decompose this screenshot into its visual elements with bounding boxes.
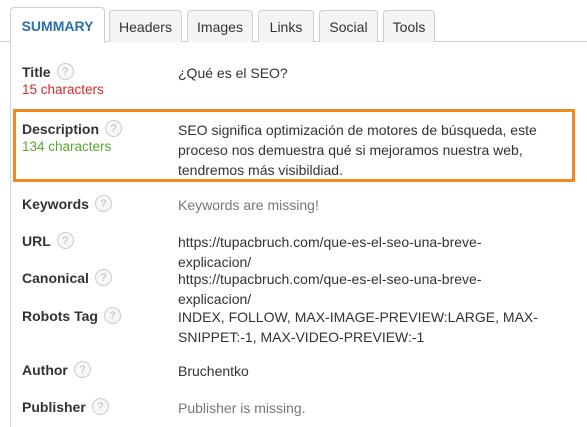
publisher-label-text: Publisher xyxy=(22,398,86,415)
title-label: Title ? xyxy=(22,63,74,80)
help-icon[interactable]: ? xyxy=(103,307,121,324)
description-label: Description ? xyxy=(22,120,123,137)
url-label-text: URL xyxy=(22,232,51,249)
canonical-label: Canonical ? xyxy=(22,269,112,286)
keywords-row: Keywords ? Keywords are missing! xyxy=(22,195,587,219)
tab-headers[interactable]: Headers xyxy=(109,10,182,42)
author-row: Author ? Bruchentko xyxy=(22,361,587,385)
robots-tag-value: INDEX, FOLLOW, MAX-IMAGE-PREVIEW:LARGE, … xyxy=(178,309,538,345)
help-icon[interactable]: ? xyxy=(56,63,74,80)
url-row: URL ? https://tupacbruch.com/que-es-el-s… xyxy=(22,232,587,270)
summary-panel: Title ? 15 characters ¿Qué es el SEO? De… xyxy=(10,43,587,427)
help-icon[interactable]: ? xyxy=(94,269,112,286)
tab-tools[interactable]: Tools xyxy=(383,10,435,42)
canonical-row: Canonical ? https://tupacbruch.com/que-e… xyxy=(22,269,587,307)
help-icon[interactable]: ? xyxy=(73,361,91,378)
robots-tag-label-text: Robots Tag xyxy=(22,307,98,324)
description-char-count: 134 characters xyxy=(22,139,112,154)
title-row: Title ? 15 characters ¿Qué es el SEO? xyxy=(22,63,587,103)
help-icon[interactable]: ? xyxy=(94,195,112,212)
help-icon[interactable]: ? xyxy=(56,232,74,249)
keywords-label-text: Keywords xyxy=(22,195,89,212)
description-row: Description ? 134 characters SEO signifi… xyxy=(22,120,587,184)
canonical-label-text: Canonical xyxy=(22,269,89,286)
author-label-text: Author xyxy=(22,361,68,378)
keywords-value: Keywords are missing! xyxy=(178,197,319,213)
description-label-text: Description xyxy=(22,120,100,137)
author-label: Author ? xyxy=(22,361,91,378)
robots-tag-row: Robots Tag ? INDEX, FOLLOW, MAX-IMAGE-PR… xyxy=(22,307,587,351)
url-value[interactable]: https://tupacbruch.com/que-es-el-seo-una… xyxy=(178,232,550,272)
help-icon[interactable]: ? xyxy=(91,398,109,415)
help-icon[interactable]: ? xyxy=(105,120,123,137)
tab-links[interactable]: Links xyxy=(258,10,314,42)
publisher-row: Publisher ? Publisher is missing. xyxy=(22,398,587,422)
tab-social[interactable]: Social xyxy=(319,10,378,42)
tab-summary[interactable]: SUMMARY xyxy=(10,7,105,43)
author-value: Bruchentko xyxy=(178,363,249,379)
title-label-text: Title xyxy=(22,63,51,80)
robots-tag-label: Robots Tag ? xyxy=(22,307,121,324)
tab-images[interactable]: Images xyxy=(187,10,253,42)
publisher-value: Publisher is missing. xyxy=(178,400,306,416)
tab-bar: SUMMARY Headers Images Links Social Tool… xyxy=(0,0,587,43)
keywords-label: Keywords ? xyxy=(22,195,112,212)
title-char-count: 15 characters xyxy=(22,82,104,97)
url-label: URL ? xyxy=(22,232,74,249)
publisher-label: Publisher ? xyxy=(22,398,109,415)
description-value: SEO significa optimización de motores de… xyxy=(178,122,537,178)
title-value: ¿Qué es el SEO? xyxy=(178,65,288,81)
canonical-value[interactable]: https://tupacbruch.com/que-es-el-seo-una… xyxy=(178,269,550,309)
